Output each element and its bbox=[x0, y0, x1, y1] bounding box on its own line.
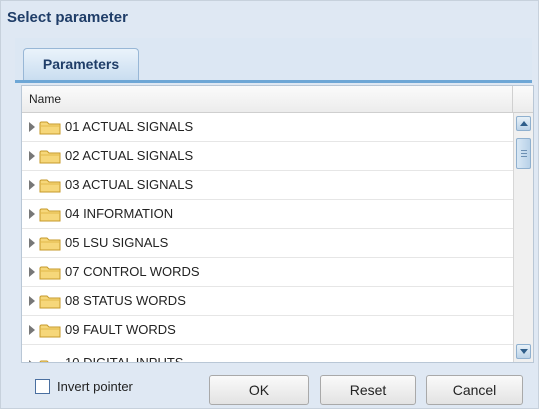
tree-row-label: 07 CONTROL WORDS bbox=[65, 264, 200, 279]
tab-parameters[interactable]: Parameters bbox=[23, 48, 139, 80]
triangle-right-icon[interactable] bbox=[29, 325, 35, 335]
invert-pointer-checkbox[interactable] bbox=[35, 379, 50, 394]
folder-icon bbox=[39, 295, 61, 309]
triangle-right-icon[interactable] bbox=[29, 180, 35, 190]
tree-row[interactable]: 08 STATUS WORDS bbox=[22, 287, 513, 316]
tab-underline bbox=[15, 80, 532, 83]
scroll-up-button[interactable] bbox=[516, 116, 531, 131]
triangle-right-icon[interactable] bbox=[29, 209, 35, 219]
tree-row[interactable]: 10 DIGITAL INPUTS bbox=[22, 345, 513, 362]
tree-row[interactable]: 01 ACTUAL SIGNALS bbox=[22, 113, 513, 142]
folder-icon bbox=[39, 266, 61, 280]
grip-icon bbox=[521, 150, 527, 157]
scrollbar-thumb[interactable] bbox=[516, 138, 531, 169]
tree-rows: 01 ACTUAL SIGNALS 02 ACTUAL SIGNALS 03 A… bbox=[22, 113, 513, 362]
tab-strip: Parameters bbox=[15, 38, 532, 81]
tree-row-label: 08 STATUS WORDS bbox=[65, 293, 186, 308]
parameter-tree-grid: Name 01 ACTUAL SIGNALS 02 ACTUAL SIGNALS… bbox=[21, 85, 534, 363]
folder-icon bbox=[39, 237, 61, 251]
dialog-title: Select parameter bbox=[7, 9, 128, 26]
triangle-right-icon[interactable] bbox=[29, 360, 35, 362]
reset-button[interactable]: Reset bbox=[320, 375, 416, 405]
folder-icon bbox=[39, 179, 61, 193]
folder-icon bbox=[39, 360, 49, 362]
folder-icon bbox=[39, 121, 61, 135]
ok-button[interactable]: OK bbox=[209, 375, 309, 405]
tree-row-label: 03 ACTUAL SIGNALS bbox=[65, 177, 194, 192]
triangle-right-icon[interactable] bbox=[29, 296, 35, 306]
tree-row-label: 01 ACTUAL SIGNALS bbox=[65, 119, 194, 134]
tree-row[interactable]: 09 FAULT WORDS bbox=[22, 316, 513, 345]
triangle-right-icon[interactable] bbox=[29, 267, 35, 277]
triangle-right-icon[interactable] bbox=[29, 151, 35, 161]
tree-row-label: 02 ACTUAL SIGNALS bbox=[65, 148, 194, 163]
cancel-button[interactable]: Cancel bbox=[426, 375, 523, 405]
dialog-footer: Invert pointer OK Reset Cancel bbox=[1, 363, 538, 410]
tree-row-label: 09 FAULT WORDS bbox=[65, 322, 176, 337]
tree-row[interactable]: 04 INFORMATION bbox=[22, 200, 513, 229]
triangle-right-icon[interactable] bbox=[29, 238, 35, 248]
scroll-down-icon bbox=[520, 349, 528, 354]
column-header-name[interactable]: Name bbox=[29, 86, 61, 113]
tree-row-label: 10 DIGITAL INPUTS bbox=[65, 345, 183, 362]
tree-row[interactable]: 07 CONTROL WORDS bbox=[22, 258, 513, 287]
folder-icon bbox=[39, 324, 61, 338]
folder-icon bbox=[39, 208, 61, 222]
tree-row-label: 04 INFORMATION bbox=[65, 206, 174, 221]
column-separator bbox=[512, 86, 513, 113]
scroll-down-button[interactable] bbox=[516, 344, 531, 359]
tree-row[interactable]: 02 ACTUAL SIGNALS bbox=[22, 142, 513, 171]
tree-row[interactable]: 03 ACTUAL SIGNALS bbox=[22, 171, 513, 200]
tree-row[interactable]: 05 LSU SIGNALS bbox=[22, 229, 513, 258]
scroll-up-icon bbox=[520, 121, 528, 126]
invert-pointer-label: Invert pointer bbox=[57, 379, 133, 394]
vertical-scrollbar[interactable] bbox=[513, 113, 533, 362]
triangle-right-icon[interactable] bbox=[29, 122, 35, 132]
tree-row-label: 05 LSU SIGNALS bbox=[65, 235, 169, 250]
folder-icon bbox=[39, 150, 61, 164]
grid-header: Name bbox=[22, 86, 533, 113]
select-parameter-dialog: Select parameter Parameters Name 01 ACTU… bbox=[0, 0, 539, 409]
